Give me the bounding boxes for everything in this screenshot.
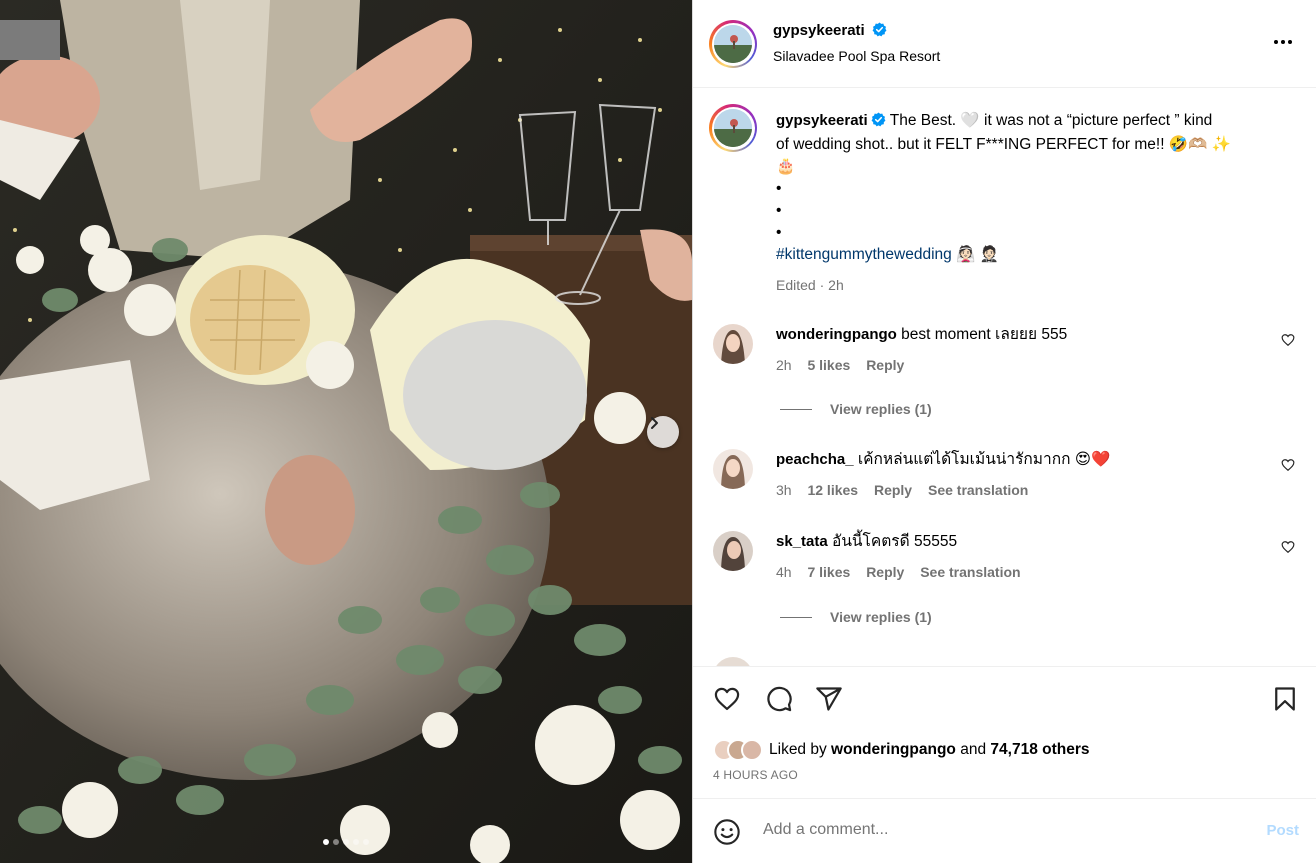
liker-avatar[interactable] bbox=[741, 739, 763, 761]
comment-body: sk_tata อันนี้โคตรดี 55555 bbox=[776, 531, 1256, 553]
caption-meta: Edited · 2h bbox=[776, 277, 844, 293]
replies-divider bbox=[780, 408, 812, 410]
wedding-cake-photo bbox=[0, 0, 692, 863]
carousel-dot bbox=[343, 839, 349, 845]
view-replies-label: View replies (1) bbox=[830, 609, 932, 625]
comment-text: เค้กหล่นแต่ได้โมเม้นน่ารักมากก 😍❤️ bbox=[857, 451, 1111, 468]
next-slide-button[interactable] bbox=[647, 416, 679, 448]
post-header: gypsykeerati Silavadee Pool Spa Resort bbox=[693, 0, 1316, 88]
comment-username[interactable]: sk_tata bbox=[776, 533, 828, 550]
carousel-dot bbox=[363, 839, 369, 845]
post-actions: Liked by wonderingpango and 74,718 other… bbox=[693, 666, 1316, 798]
share-icon[interactable] bbox=[815, 685, 843, 713]
caption-username[interactable]: gypsykeerati bbox=[776, 112, 868, 129]
add-comment-bar: Post bbox=[693, 798, 1316, 863]
see-translation-button[interactable]: See translation bbox=[928, 482, 1028, 498]
caption-bullet: • bbox=[776, 180, 782, 197]
caption-bullet: • bbox=[776, 224, 782, 241]
comment-text: best moment เลยยย 555 bbox=[901, 326, 1068, 343]
reply-button[interactable]: Reply bbox=[866, 357, 904, 373]
post-timestamp[interactable]: 4 HOURS AGO bbox=[713, 768, 798, 782]
verified-badge-icon bbox=[872, 22, 887, 42]
post-media[interactable] bbox=[0, 0, 692, 863]
replies-divider bbox=[780, 616, 812, 618]
comment-username[interactable]: peachcha_ bbox=[776, 451, 854, 468]
caption-text-line3: 🎂 bbox=[776, 158, 796, 175]
post-comment-button[interactable]: Post bbox=[1266, 822, 1299, 839]
comment-time[interactable]: 3h bbox=[776, 482, 792, 498]
likes-count-others[interactable]: 74,718 others bbox=[990, 741, 1089, 759]
comment-time[interactable]: 2h bbox=[776, 357, 792, 373]
comment-meta: 3h 12 likes Reply See translation bbox=[776, 482, 1040, 498]
more-options-icon[interactable] bbox=[1271, 30, 1295, 54]
comment-likes[interactable]: 5 likes bbox=[807, 357, 850, 373]
commenter-avatar[interactable] bbox=[713, 449, 753, 489]
likes-summary: Liked by wonderingpango and 74,718 other… bbox=[713, 739, 1090, 761]
view-replies-button[interactable]: View replies (1) bbox=[780, 401, 932, 417]
comment-meta: 4h 7 likes Reply See translation bbox=[776, 564, 1033, 580]
like-comment-heart-icon[interactable] bbox=[1281, 540, 1295, 554]
view-replies-label: View replies (1) bbox=[830, 401, 932, 417]
caption-bullet: • bbox=[776, 202, 782, 219]
comment-likes[interactable]: 7 likes bbox=[807, 564, 850, 580]
comment-meta: 2h 5 likes Reply bbox=[776, 357, 916, 373]
avatar-image bbox=[714, 109, 752, 147]
carousel-dot bbox=[353, 839, 359, 845]
like-comment-heart-icon[interactable] bbox=[1281, 458, 1295, 472]
avatar-image bbox=[714, 25, 752, 63]
commenter-avatar[interactable] bbox=[713, 324, 753, 364]
like-comment-heart-icon[interactable] bbox=[1281, 333, 1295, 347]
see-translation-button[interactable]: See translation bbox=[920, 564, 1020, 580]
carousel-dot bbox=[323, 839, 329, 845]
comments-section[interactable]: gypsykeerati The Best. 🤍 it was not a “p… bbox=[693, 88, 1316, 666]
commenter-avatar[interactable] bbox=[713, 531, 753, 571]
post-details-panel: gypsykeerati Silavadee Pool Spa Resort g… bbox=[692, 0, 1316, 863]
post-caption: gypsykeerati The Best. 🤍 it was not a “p… bbox=[776, 110, 1286, 296]
caption-text-line2: of wedding shot.. but it FELT F***ING PE… bbox=[776, 136, 1232, 153]
caption-text-line1: The Best. 🤍 it was not a “picture perfec… bbox=[889, 112, 1213, 129]
commenter-avatar[interactable] bbox=[713, 657, 753, 666]
chevron-right-icon bbox=[651, 417, 658, 429]
comment-body: wonderingpango best moment เลยยย 555 bbox=[776, 324, 1256, 346]
comment-likes[interactable]: 12 likes bbox=[807, 482, 858, 498]
caption-time[interactable]: 2h bbox=[828, 277, 844, 293]
emoji-icon[interactable] bbox=[713, 818, 741, 846]
comment-body: peachcha_ เค้กหล่นแต่ได้โมเม้นน่ารักมากก… bbox=[776, 449, 1256, 471]
post-location[interactable]: Silavadee Pool Spa Resort bbox=[773, 48, 940, 64]
carousel-indicator bbox=[0, 839, 692, 845]
heart-icon[interactable] bbox=[713, 685, 741, 713]
comment-input[interactable] bbox=[763, 821, 1223, 839]
comment-icon[interactable] bbox=[765, 685, 793, 713]
liked-by-user[interactable]: wonderingpango bbox=[831, 741, 956, 759]
bookmark-icon[interactable] bbox=[1271, 685, 1299, 713]
caption-hashtag[interactable]: #kittengummythewedding bbox=[776, 246, 952, 263]
comment-username[interactable]: wonderingpango bbox=[776, 326, 897, 343]
hashtag-emoji: 👰🏻 🤵🏻 bbox=[956, 246, 999, 263]
author-username[interactable]: gypsykeerati bbox=[773, 22, 865, 39]
view-replies-button[interactable]: View replies (1) bbox=[780, 609, 932, 625]
reply-button[interactable]: Reply bbox=[866, 564, 904, 580]
comment-text: อันนี้โคตรดี 55555 bbox=[832, 533, 958, 550]
author-avatar[interactable] bbox=[709, 20, 757, 68]
liked-by-and: and bbox=[960, 741, 987, 758]
caption-author-avatar[interactable] bbox=[709, 104, 757, 152]
comment-time[interactable]: 4h bbox=[776, 564, 792, 580]
reply-button[interactable]: Reply bbox=[874, 482, 912, 498]
carousel-dot bbox=[333, 839, 339, 845]
liked-by-prefix: Liked by bbox=[769, 741, 827, 758]
edited-label: Edited bbox=[776, 277, 816, 293]
verified-badge-icon bbox=[871, 112, 886, 134]
